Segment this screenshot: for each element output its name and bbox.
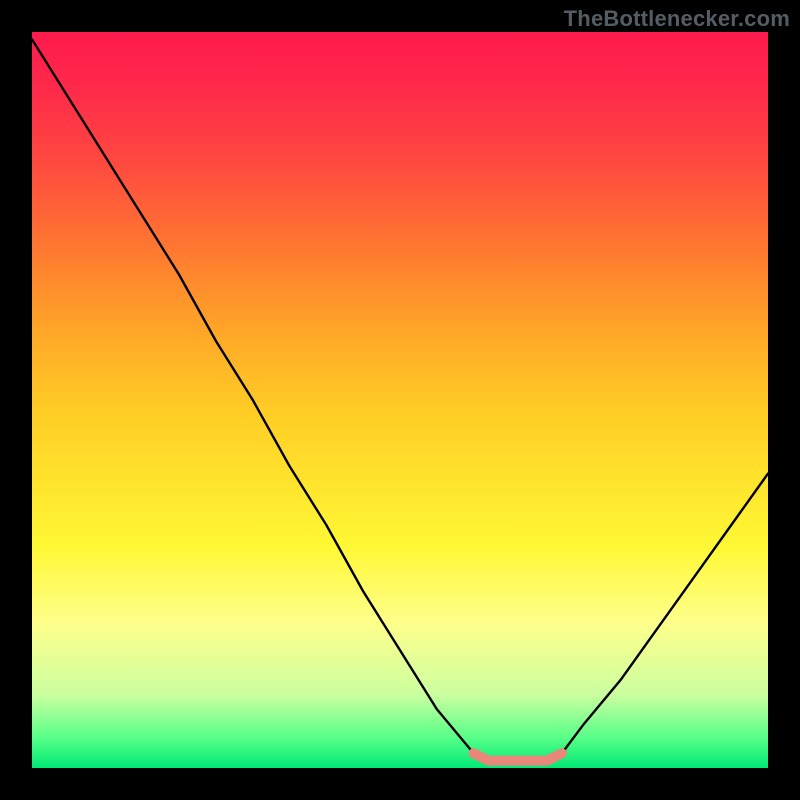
optimal-segment-line xyxy=(474,753,562,760)
chart-svg xyxy=(32,32,768,768)
watermark-text: TheBottlenecker.com xyxy=(564,6,790,32)
plot-area xyxy=(32,32,768,768)
chart-frame: TheBottlenecker.com xyxy=(0,0,800,800)
bottleneck-curve-line xyxy=(32,39,768,760)
